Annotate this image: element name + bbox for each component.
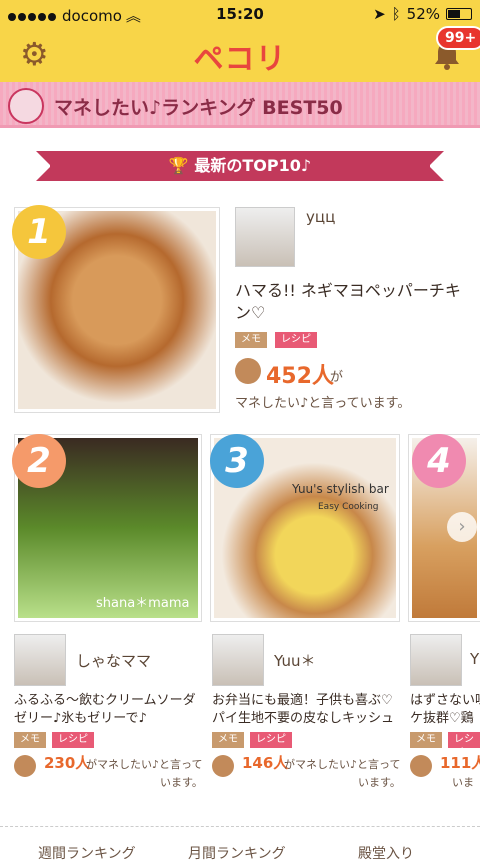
photo-watermark: shana＊mama	[96, 596, 190, 611]
recipe-tag: レシピ	[250, 732, 292, 748]
nav-bar: ⚙ ペコリ 99+	[0, 26, 480, 82]
section-title: 最新のTOP10♪	[194, 156, 312, 175]
photo-overlay-sub: Easy Cooking	[318, 502, 379, 512]
count-suffix: がマネしたい♪と言って	[284, 758, 401, 771]
paperclip-icon	[410, 755, 432, 777]
paperclip-icon	[212, 755, 234, 777]
count-suffix-2: いま	[452, 776, 474, 789]
memo-tag: メモ	[14, 732, 46, 748]
user-name[interactable]: しゃなママ	[76, 650, 151, 671]
user-avatar[interactable]	[235, 207, 295, 267]
recipe-title-2[interactable]: ゼリー♪氷もゼリーで♪	[14, 708, 147, 730]
memo-tag: メモ	[235, 332, 267, 348]
recipe-title-1[interactable]: ハマる!! ネギマヨペッパーチキ	[235, 280, 461, 302]
mane-count: 452人	[266, 364, 334, 389]
battery-icon	[446, 8, 472, 20]
recipe-title-2[interactable]: パイ生地不要の皮なしキッシュ	[212, 708, 394, 730]
recipe-tag: レシピ	[52, 732, 94, 748]
tab-monthly-ranking[interactable]: 月間ランキング	[188, 843, 286, 863]
rank1-badge: 1	[12, 205, 66, 259]
photo-overlay-title: Yuu's stylish bar	[292, 482, 389, 496]
rank4-badge: 4	[412, 434, 466, 488]
count-suffix-2: います。	[160, 776, 203, 789]
app-logo: ペコリ	[193, 42, 287, 77]
status-bar: docomo ︽ 15:20 ➤ ᛒ 52%	[0, 0, 480, 28]
ranking-tabs: 週間ランキング 月間ランキング 殿堂入り	[0, 826, 480, 862]
memo-tag: メモ	[410, 732, 442, 748]
carousel-next-button[interactable]: ›	[447, 512, 477, 542]
recipe-title-2[interactable]: ケ抜群♡鶏	[410, 708, 474, 730]
bluetooth-icon: ᛒ	[391, 5, 401, 23]
user-avatar[interactable]	[212, 634, 264, 686]
user-avatar[interactable]	[410, 634, 462, 686]
section-ribbon: 🏆 最新のTOP10♪	[36, 151, 444, 181]
tab-weekly-ranking[interactable]: 週間ランキング	[38, 843, 136, 863]
user-name[interactable]: Yuu＊	[274, 650, 315, 671]
user-name[interactable]: Y	[470, 650, 479, 668]
memo-tag: メモ	[212, 732, 244, 748]
trophy-icon: 🏆	[168, 156, 195, 175]
count-suffix: が	[330, 370, 344, 385]
notification-badge: 99+	[436, 26, 480, 50]
recipe-title-2[interactable]: ン♡	[235, 302, 265, 324]
mane-caption: マネしたい♪と言っています。	[235, 396, 411, 411]
recipe-tag: レシピ	[275, 332, 317, 348]
battery-percent: 52%	[406, 5, 440, 23]
paperclip-icon	[14, 755, 36, 777]
paperclip-icon	[235, 358, 261, 384]
paperclip-icon	[8, 88, 44, 124]
user-name[interactable]: уцц	[306, 208, 335, 226]
mane-count: 111人	[440, 754, 480, 772]
count-suffix: がマネしたい♪と言って	[86, 758, 203, 771]
mane-count: 146人	[242, 754, 289, 772]
recipe-tag: レシピ	[448, 732, 480, 748]
rank3-badge: 3	[210, 434, 264, 488]
count-suffix-2: います。	[358, 776, 401, 789]
mane-count: 230人	[44, 754, 91, 772]
rank2-badge: 2	[12, 434, 66, 488]
location-icon: ➤	[373, 5, 386, 23]
user-avatar[interactable]	[14, 634, 66, 686]
banner-title: マネしたい♪ランキング BEST50	[54, 97, 343, 119]
ranking-banner: マネしたい♪ランキング BEST50	[0, 82, 480, 128]
tab-hall-of-fame[interactable]: 殿堂入り	[358, 843, 414, 863]
